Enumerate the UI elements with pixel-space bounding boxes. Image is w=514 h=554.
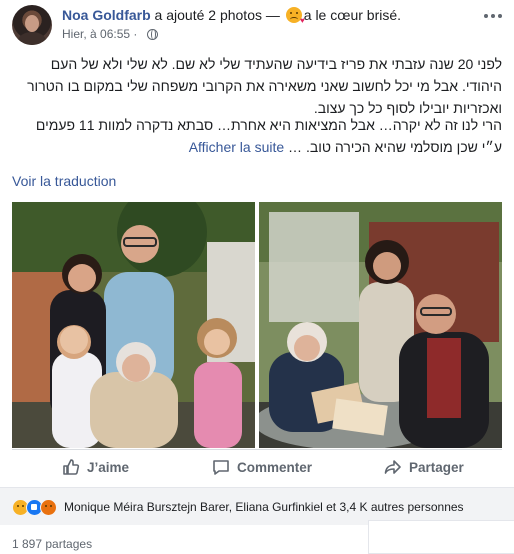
broken-heart-face-icon: ♥ [285, 7, 305, 25]
comment-button[interactable]: Commenter [212, 452, 312, 482]
globe-icon[interactable] [146, 29, 158, 40]
comment-label: Commenter [237, 459, 313, 475]
see-more-link[interactable]: Afficher la suite [189, 139, 284, 155]
reaction-names[interactable]: Monique Méira Bursztejn Barer, Eliana Gu… [64, 500, 464, 514]
author-name[interactable]: Noa Goldfarb [62, 7, 151, 23]
photo-grandmother-table-image [259, 202, 502, 448]
post-timestamp[interactable]: Hier, à 06:55 · [62, 27, 141, 41]
divider-top [12, 449, 502, 450]
comment-bubble-icon [213, 460, 229, 475]
share-button[interactable]: Partager [384, 452, 464, 482]
post-timestamp-line: Hier, à 06:55 · [62, 27, 158, 41]
share-label: Partager [409, 459, 464, 475]
facebook-post: Noa Goldfarb a ajouté 2 photos — ♥ a le c… [0, 0, 514, 554]
post-header: Noa Goldfarb a ajouté 2 photos — ♥ a le c… [62, 7, 402, 25]
like-label: J’aime [87, 459, 130, 475]
thumbs-up-icon [63, 459, 80, 475]
angry-reaction-icon [40, 499, 57, 516]
reaction-icons [12, 499, 57, 516]
see-translation-link[interactable]: Voir la traduction [12, 173, 116, 189]
like-button[interactable]: J’aime [62, 452, 129, 482]
see-more-ellipsis: … [284, 139, 303, 155]
post-paragraph-1: לפני 20 שנה עזבתי את פריז בידיעה שהעתיד … [27, 56, 502, 116]
shares-count[interactable]: 1 897 partages [12, 537, 92, 551]
post-paragraph-2: הרי לנו זה לא יקרה… אבל המציאות היא אחרת… [12, 114, 502, 158]
photo-family-group-image [12, 202, 255, 448]
photo-grandmother-table[interactable] [259, 202, 502, 448]
more-options-icon[interactable] [484, 11, 504, 21]
activity-text: a ajouté 2 photos — [150, 7, 284, 23]
photo-family-group[interactable] [12, 202, 255, 448]
comment-input-box[interactable] [368, 520, 514, 554]
author-avatar[interactable] [12, 5, 52, 45]
share-arrow-icon [384, 460, 401, 474]
feeling-text: a le cœur brisé. [303, 7, 402, 23]
